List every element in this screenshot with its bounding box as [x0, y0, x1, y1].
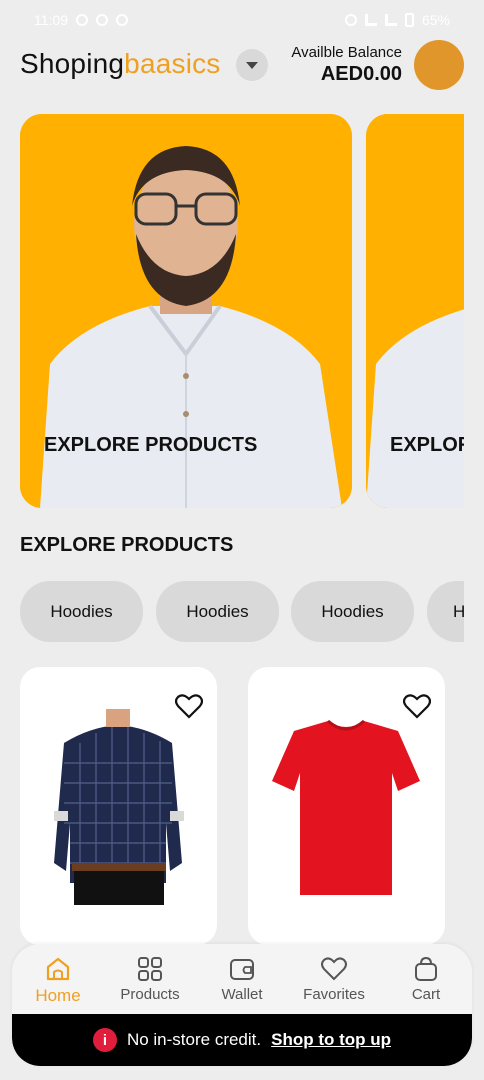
home-icon	[46, 957, 70, 981]
grid-icon	[138, 957, 162, 981]
heart-icon	[321, 957, 347, 981]
nav-label: Products	[120, 986, 180, 1003]
notification-icon	[96, 14, 108, 26]
category-chip[interactable]: Hoodies	[20, 581, 143, 642]
balance-label: Availble Balance	[291, 44, 402, 61]
balance-display: Availble Balance AED0.00	[291, 44, 402, 86]
category-chip[interactable]: Hoodies	[427, 581, 464, 642]
nav-item-home[interactable]: Home	[12, 944, 104, 1014]
balance-value: AED0.00	[320, 63, 402, 85]
brand-name-part2: baasics	[124, 48, 221, 79]
product-image-shirt	[54, 709, 184, 905]
credit-message: No in-store credit.	[126, 1030, 262, 1049]
favorite-heart-icon[interactable]	[175, 693, 203, 719]
info-alert-icon: i	[92, 1028, 117, 1052]
alarm-icon	[344, 14, 357, 26]
avatar[interactable]	[414, 40, 464, 90]
status-bar: 11:09 65%	[0, 0, 484, 40]
nav-item-cart[interactable]: Cart	[380, 944, 472, 1014]
nav-item-wallet[interactable]: Wallet	[196, 944, 288, 1014]
category-chip[interactable]: Hoodies	[156, 581, 279, 642]
nav-label: Cart	[411, 986, 441, 1003]
top-up-link[interactable]: Shop to top up	[271, 1030, 391, 1050]
product-card[interactable]	[248, 667, 445, 945]
nav-label: Home	[35, 986, 81, 1005]
nav-item-favorites[interactable]: Favorites	[288, 944, 380, 1014]
category-chip[interactable]: Hoodies	[291, 581, 414, 642]
signal-icon	[384, 14, 397, 26]
chevron-down-icon	[246, 61, 258, 69]
store-dropdown-button[interactable]	[236, 49, 268, 81]
app-header: Shopingbaasics Availble Balance AED0.00	[20, 38, 464, 90]
wallet-icon	[230, 959, 254, 980]
battery-percent: 65%	[421, 12, 450, 28]
brand-logo: Shopingbaasics	[20, 48, 221, 80]
favorite-heart-icon[interactable]	[403, 693, 431, 719]
category-chips: Hoodies Hoodies Hoodies Hoodies	[20, 581, 464, 643]
nav-item-products[interactable]: Products	[104, 944, 196, 1014]
product-card[interactable]	[20, 667, 217, 945]
app-screen: 11:09 65% Shopingbaasics Availble Balanc…	[0, 0, 484, 1080]
banner-card[interactable]: EXPLORE PRODUCTS	[366, 114, 464, 508]
status-time: 11:09	[34, 12, 68, 28]
notification-icon	[116, 14, 128, 26]
banner-card[interactable]: EXPLORE PRODUCTS	[20, 114, 352, 508]
banner-caption: EXPLORE PRODUCTS	[390, 434, 464, 456]
brand-name-part1: Shoping	[20, 48, 125, 79]
product-image-tshirt	[272, 719, 420, 895]
credit-banner: i No in-store credit. Shop to top up	[12, 1014, 472, 1066]
nav-label: Wallet	[221, 986, 263, 1003]
nav-label: Favorites	[303, 986, 365, 1003]
bottom-navigation: Home Products Wallet Favorites Cart i No…	[12, 944, 472, 1066]
banner-caption: EXPLORE PRODUCTS	[44, 434, 258, 456]
battery-icon	[404, 13, 414, 27]
signal-icon	[364, 14, 377, 26]
banner-carousel[interactable]: EXPLORE PRODUCTS EXPLORE PRODUCTS	[20, 114, 464, 508]
whatsapp-icon	[76, 14, 88, 26]
bag-icon	[415, 956, 437, 981]
section-title: EXPLORE PRODUCTS	[20, 534, 234, 556]
